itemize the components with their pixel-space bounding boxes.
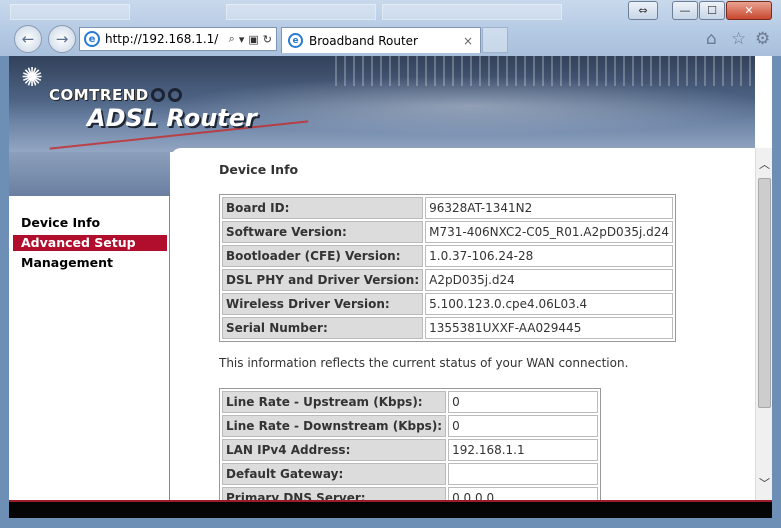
row-value: 1.0.37-106.24-28 xyxy=(425,245,673,267)
table-row: Wireless Driver Version: 5.100.123.0.cpe4… xyxy=(222,293,673,315)
wan-status-table: Line Rate - Upstream (Kbps): 0 Line Rate … xyxy=(219,388,602,502)
tools-gear-icon[interactable]: ⚙ xyxy=(755,29,770,49)
row-value: A2pD035j.d24 xyxy=(425,269,673,291)
row-label: Serial Number: xyxy=(222,317,424,339)
device-info-table: Board ID: 96328AT-1341N2 Software Version… xyxy=(219,194,676,342)
product-title: ADSL Router xyxy=(87,104,257,132)
favorites-star-icon[interactable]: ☆ xyxy=(731,29,746,49)
brand-circles xyxy=(151,88,182,102)
scroll-down-icon[interactable]: ﹀ xyxy=(756,475,772,492)
tab-broadband-router[interactable]: e Broadband Router × xyxy=(281,27,481,53)
footer-bar xyxy=(9,502,772,518)
row-label: Board ID: xyxy=(222,197,424,219)
compatibility-view-icon[interactable]: ▣ xyxy=(248,33,258,46)
row-value: 96328AT-1341N2 xyxy=(425,197,673,219)
tab-title: Broadband Router xyxy=(309,33,418,48)
forward-button[interactable]: → xyxy=(48,25,76,53)
refresh-icon[interactable]: ↻ xyxy=(263,33,272,46)
dropdown-icon[interactable]: ▾ xyxy=(239,33,245,46)
vertical-scrollbar[interactable]: ︿ ﹀ xyxy=(755,148,772,502)
table-row: DSL PHY and Driver Version: A2pD035j.d24 xyxy=(222,269,673,291)
row-value: 1355381UXXF-AA029445 xyxy=(425,317,673,339)
row-value: 0 xyxy=(448,415,599,437)
table-row: Default Gateway: xyxy=(222,463,599,485)
table-row: Bootloader (CFE) Version: 1.0.37-106.24-2… xyxy=(222,245,673,267)
table-row: Software Version: M731-406NXC2-C05_R01.A2… xyxy=(222,221,673,243)
background-window-strip xyxy=(382,4,562,20)
browser-chrome: ⇔ — ☐ ✕ ← → e http://192.168.1.1/ ⌕ ▾ ▣ … xyxy=(0,0,781,56)
forward-arrow-icon: → xyxy=(55,30,69,48)
ie-tab-icon: e xyxy=(288,33,303,48)
url-text[interactable]: http://192.168.1.1/ xyxy=(105,32,225,46)
background-window-strip xyxy=(226,4,376,20)
brand-name: COMTREND xyxy=(49,86,149,104)
wan-status-note: This information reflects the current st… xyxy=(219,356,629,370)
main-content: Device Info Board ID: 96328AT-1341N2 Soft… xyxy=(171,148,755,502)
table-row: LAN IPv4 Address: 192.168.1.1 xyxy=(222,439,599,461)
minimize-button[interactable]: — xyxy=(672,1,698,20)
row-label: Line Rate - Downstream (Kbps): xyxy=(222,415,447,437)
sidebar-item-device-info[interactable]: Device Info xyxy=(13,215,167,231)
row-label: Line Rate - Upstream (Kbps): xyxy=(222,391,447,413)
new-tab-button[interactable] xyxy=(482,27,508,53)
page-title: Device Info xyxy=(219,162,299,177)
comtrend-logo-icon: ✺ xyxy=(21,63,43,93)
restore-button[interactable]: ⇔ xyxy=(628,1,658,20)
sidebar-banner-band xyxy=(9,152,170,196)
row-value: 192.168.1.1 xyxy=(448,439,599,461)
row-label: Default Gateway: xyxy=(222,463,447,485)
close-window-button[interactable]: ✕ xyxy=(726,1,772,20)
scroll-up-icon[interactable]: ︿ xyxy=(756,156,772,173)
router-banner: ✺ COMTREND ADSL Router xyxy=(9,56,755,152)
table-row: Board ID: 96328AT-1341N2 xyxy=(222,197,673,219)
row-label: LAN IPv4 Address: xyxy=(222,439,447,461)
home-icon[interactable]: ⌂ xyxy=(706,29,717,49)
search-icon[interactable]: ⌕ xyxy=(229,32,235,46)
sidebar: Device Info Advanced Setup Management xyxy=(9,196,170,502)
table-row: Line Rate - Upstream (Kbps): 0 xyxy=(222,391,599,413)
close-tab-icon[interactable]: × xyxy=(460,34,476,48)
row-label: Wireless Driver Version: xyxy=(222,293,424,315)
table-row: Serial Number: 1355381UXXF-AA029445 xyxy=(222,317,673,339)
sidebar-item-advanced-setup[interactable]: Advanced Setup xyxy=(13,235,167,251)
row-value: 0 xyxy=(448,391,599,413)
row-value xyxy=(448,463,599,485)
row-label: Software Version: xyxy=(222,221,424,243)
maximize-button[interactable]: ☐ xyxy=(699,1,725,20)
row-label: DSL PHY and Driver Version: xyxy=(222,269,424,291)
sidebar-item-management[interactable]: Management xyxy=(13,255,167,271)
ie-page-icon: e xyxy=(84,31,100,47)
row-label: Bootloader (CFE) Version: xyxy=(222,245,424,267)
row-value: 5.100.123.0.cpe4.06L03.4 xyxy=(425,293,673,315)
table-row: Line Rate - Downstream (Kbps): 0 xyxy=(222,415,599,437)
background-window-strip xyxy=(10,4,130,20)
scroll-thumb[interactable] xyxy=(758,178,771,408)
address-bar[interactable]: e http://192.168.1.1/ ⌕ ▾ ▣ ↻ xyxy=(79,27,277,51)
back-arrow-icon: ← xyxy=(21,30,35,48)
back-button[interactable]: ← xyxy=(14,25,42,53)
page-viewport: ✺ COMTREND ADSL Router Device Info Advan… xyxy=(9,56,772,502)
row-value: M731-406NXC2-C05_R01.A2pD035j.d24 xyxy=(425,221,673,243)
